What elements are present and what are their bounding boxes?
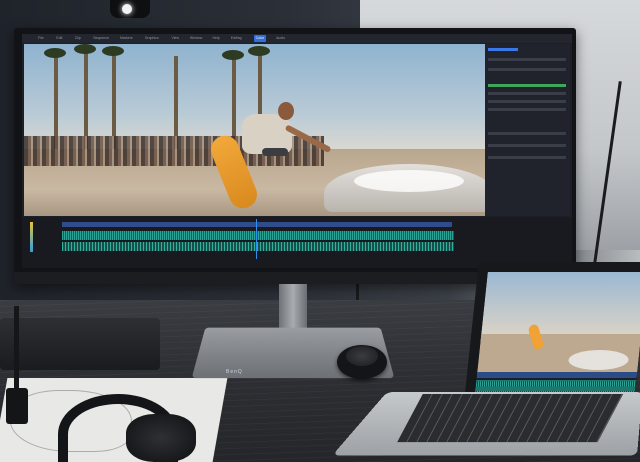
panel-header	[488, 48, 518, 51]
menu-item[interactable]: Window	[188, 35, 204, 42]
editor-menubar: File Edit Clip Sequence Markers Graphics View W…	[22, 34, 572, 43]
palm-leaves	[222, 50, 244, 60]
skater-leg	[262, 148, 288, 156]
palm-leaves	[102, 46, 124, 56]
menu-item[interactable]: Audio	[274, 35, 287, 42]
monitor-screen: File Edit Clip Sequence Markers Graphics View W…	[22, 34, 572, 268]
panel-row	[488, 156, 566, 159]
panel-row	[488, 132, 566, 135]
laptop-video-track	[476, 372, 638, 378]
audio-meter	[30, 222, 33, 252]
palm-leaves	[74, 44, 96, 54]
skater-head	[278, 102, 294, 120]
panel-row	[488, 144, 566, 147]
panel-row	[488, 58, 566, 61]
audio-track-1	[62, 231, 454, 240]
palm-leaves	[248, 46, 270, 56]
menu-item[interactable]: File	[36, 35, 46, 42]
color-slider	[488, 84, 566, 87]
hotkey-puck-dial	[346, 346, 378, 366]
headphone-earcup	[126, 414, 196, 462]
audio-track-2	[62, 242, 454, 251]
laptop-sky	[480, 272, 640, 342]
panel-slider	[488, 92, 566, 95]
product-photo: File Edit Clip Sequence Markers Graphics View W…	[0, 0, 640, 462]
lamp-light	[122, 4, 132, 14]
laptop-keyboard	[397, 394, 623, 442]
menu-item[interactable]: Help	[211, 35, 222, 42]
brand-logo: BenQ	[226, 369, 243, 375]
skate-bowl-highlight	[354, 170, 464, 192]
playhead	[256, 219, 257, 259]
menu-item[interactable]: Markers	[118, 35, 135, 42]
menu-item[interactable]: Color	[253, 35, 266, 42]
panel-row	[488, 68, 566, 71]
menu-item[interactable]: Clip	[73, 35, 83, 42]
stylus-pen	[14, 306, 19, 394]
menu-item[interactable]: View	[170, 35, 182, 42]
video-preview	[24, 44, 486, 216]
menu-item[interactable]: Editing	[229, 35, 244, 42]
video-track	[62, 222, 452, 227]
palm-leaves	[44, 48, 66, 58]
menu-item[interactable]: Graphics	[143, 35, 161, 42]
panel-slider	[488, 108, 566, 111]
menu-item[interactable]: Sequence	[91, 35, 111, 42]
pen-holder	[6, 388, 28, 424]
panel-slider	[488, 100, 566, 103]
pen-tablet	[0, 318, 160, 370]
menu-item[interactable]: Edit	[54, 35, 64, 42]
